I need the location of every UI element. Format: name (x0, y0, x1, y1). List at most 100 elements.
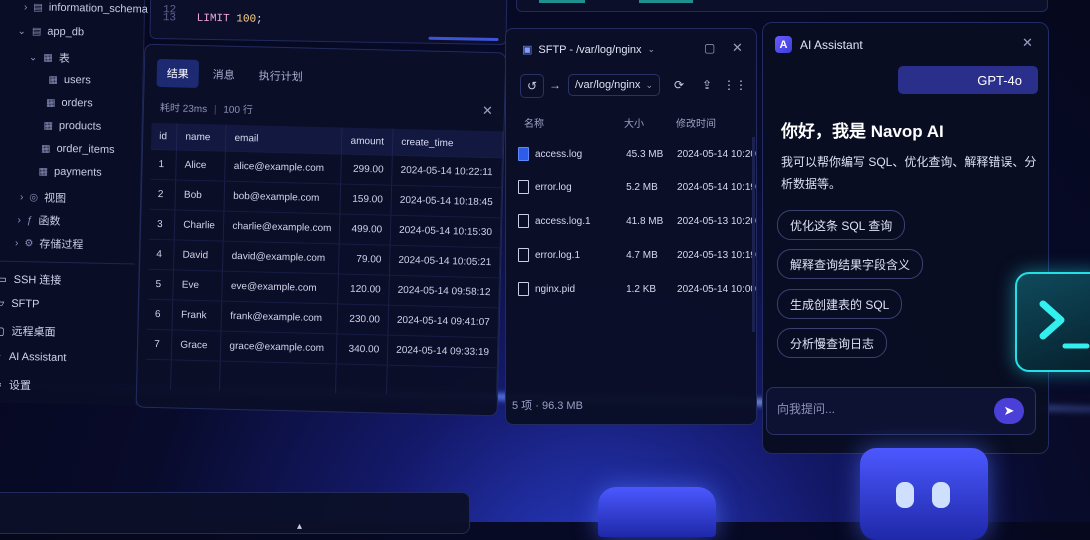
file-modified: 2024-05-13 10:20 (677, 215, 756, 227)
cell-id: 6 (146, 299, 173, 330)
ai-prompt-input[interactable] (775, 401, 979, 417)
table-group-icon: ▦ (43, 52, 53, 64)
file-list-scrollbar[interactable] (752, 137, 755, 332)
column-header[interactable]: name (176, 123, 227, 152)
close-icon[interactable]: ✕ (1022, 35, 1033, 51)
column-header[interactable]: create_time (392, 128, 503, 158)
tree-item-views[interactable]: › ◎ 视图 (20, 189, 66, 206)
tree-item-users[interactable]: ▦ users (48, 74, 91, 87)
tree-item-products[interactable]: ▦ products (43, 120, 101, 133)
path-text: /var/log/nginx (575, 79, 641, 91)
tree-item-orders[interactable]: ▦ orders (46, 97, 93, 110)
close-icon[interactable]: ✕ (732, 40, 743, 56)
monitor-icon: ▢ (0, 325, 5, 338)
file-name: nginx.pid (535, 283, 576, 295)
cell-amount: 159.00 (340, 183, 392, 216)
database-icon: ▤ (31, 25, 42, 37)
editor-scrollbar[interactable] (428, 36, 499, 41)
more-button[interactable]: ⋮⋮ (723, 74, 747, 96)
send-button[interactable]: ➤ (994, 398, 1024, 424)
tab-results[interactable]: 结果 (156, 58, 200, 88)
robot-mascot-icon (598, 487, 716, 537)
cell-name: Bob (175, 179, 225, 212)
tree-item-label: users (63, 73, 91, 87)
nav-item-settings[interactable]: ⚙ 设置 (0, 377, 31, 394)
cell-name: Alice (175, 149, 226, 182)
file-size: 5.2 MB (626, 181, 658, 193)
close-icon[interactable]: ✕ (482, 103, 493, 119)
upload-button[interactable]: ⇪ (696, 74, 718, 96)
file-row[interactable]: access.log.1 41.8 MB 2024-05-13 10:20 (518, 207, 756, 235)
file-modified: 2024-05-14 10:20 (677, 148, 756, 160)
chevron-down-icon[interactable]: ⌄ (648, 44, 656, 55)
robot-eye (932, 482, 950, 508)
robot-eye (896, 482, 914, 508)
column-header[interactable]: email (225, 124, 343, 154)
tree-item-label: products (58, 119, 102, 133)
file-row[interactable]: error.log.1 4.7 MB 2024-05-13 10:19 (518, 241, 756, 269)
file-size: 45.3 MB (626, 148, 664, 160)
cell-amount: 120.00 (338, 273, 390, 306)
cell-amount: 499.00 (339, 213, 391, 246)
tree-item-payments[interactable]: ▦ payments (38, 165, 101, 179)
ai-logo-icon: A (775, 36, 792, 53)
upload-icon: ⇪ (701, 78, 713, 92)
tree-item-information-schema[interactable]: › ▤ information_schema (24, 1, 148, 16)
ai-panel-title: AI Assistant (800, 38, 863, 52)
cell-create-time: 2024-05-14 10:15:30 (390, 215, 501, 248)
sidebar: › ▤ information_schema ⌄ ▤ app_db ⌄ ▦ 表 … (0, 0, 148, 406)
tree-item-procedures[interactable]: › ⚙ 存储过程 (15, 235, 84, 252)
copy-icon[interactable]: ▢ (704, 41, 715, 55)
model-selector[interactable]: GPT-4o (898, 66, 1038, 94)
terminal-icon (1015, 272, 1090, 372)
file-row[interactable]: error.log 5.2 MB 2024-05-14 10:19 (518, 173, 756, 201)
chevron-down-icon: ⌄ (28, 51, 38, 63)
table-icon: ▦ (43, 120, 54, 132)
forward-button[interactable]: → (544, 74, 566, 96)
suggestion-chip[interactable]: 解释查询结果字段含义 (777, 249, 924, 279)
tree-item-tables[interactable]: ⌄ ▦ 表 (29, 49, 70, 66)
nav-item-ai-assistant[interactable]: ✦ AI Assistant (0, 350, 67, 365)
robot-mascot-icon (860, 448, 988, 540)
sftp-status: 5 项 · 96.3 MB (512, 400, 583, 412)
sql-editor[interactable]: 12 13 LIMIT 100; (149, 0, 508, 46)
suggestion-chip[interactable]: 分析慢查询日志 (777, 328, 888, 358)
column-header-modified[interactable]: 修改时间 (676, 115, 716, 130)
suggestion-chip[interactable]: 优化这条 SQL 查询 (777, 210, 906, 240)
file-icon (518, 282, 529, 296)
sidebar-divider (0, 260, 135, 265)
nav-item-ssh[interactable]: ▭ SSH 连接 (0, 271, 62, 288)
tab-execution-plan[interactable]: 执行计划 (248, 61, 313, 91)
table-icon: ▦ (45, 97, 56, 109)
column-header[interactable]: amount (341, 127, 394, 156)
sftp-window-icon: ▣ (522, 44, 533, 56)
tree-item-label: 函数 (38, 215, 61, 228)
cell-email: eve@example.com (222, 271, 339, 304)
tab-messages[interactable]: 消息 (202, 60, 245, 89)
path-input[interactable]: /var/log/nginx ⌄ (568, 74, 660, 96)
column-header-name[interactable]: 名称 (524, 115, 544, 130)
refresh-icon: ⟳ (673, 78, 685, 92)
chevron-right-icon: › (17, 214, 22, 226)
refresh-button[interactable]: ⟳ (668, 74, 690, 96)
nav-item-remote-desktop[interactable]: ▢ 远程桌面 (0, 323, 56, 340)
tree-item-order-items[interactable]: ▦ order_items (41, 142, 115, 156)
cell-amount: 79.00 (338, 243, 391, 276)
file-icon (518, 180, 529, 194)
nav-item-label: AI Assistant (8, 350, 67, 364)
file-name: access.log.1 (535, 215, 591, 227)
tree-item-functions[interactable]: › ƒ 函数 (17, 212, 60, 229)
nav-item-sftp[interactable]: ▱ SFTP (0, 297, 40, 311)
cell-email: frank@example.com (221, 301, 339, 334)
file-row[interactable]: nginx.pid 1.2 KB 2024-05-14 10:00 (518, 275, 756, 303)
suggestion-chip[interactable]: 生成创建表的 SQL (777, 289, 903, 319)
column-header[interactable]: id (150, 122, 178, 150)
back-button[interactable]: ↺ (520, 74, 544, 98)
column-header-size[interactable]: 大小 (624, 115, 644, 130)
sftp-panel: ▣ SFTP - /var/log/nginx ⌄ ▢ ✕ ↺ → /var/l… (505, 28, 757, 425)
file-row[interactable]: access.log 45.3 MB 2024-05-14 10:20 (518, 140, 756, 168)
procedure-icon: ⚙ (24, 237, 34, 249)
tree-item-app-db[interactable]: ⌄ ▤ app_db (17, 25, 84, 38)
cell-amount: 299.00 (341, 153, 393, 186)
file-name: error.log (535, 181, 572, 193)
